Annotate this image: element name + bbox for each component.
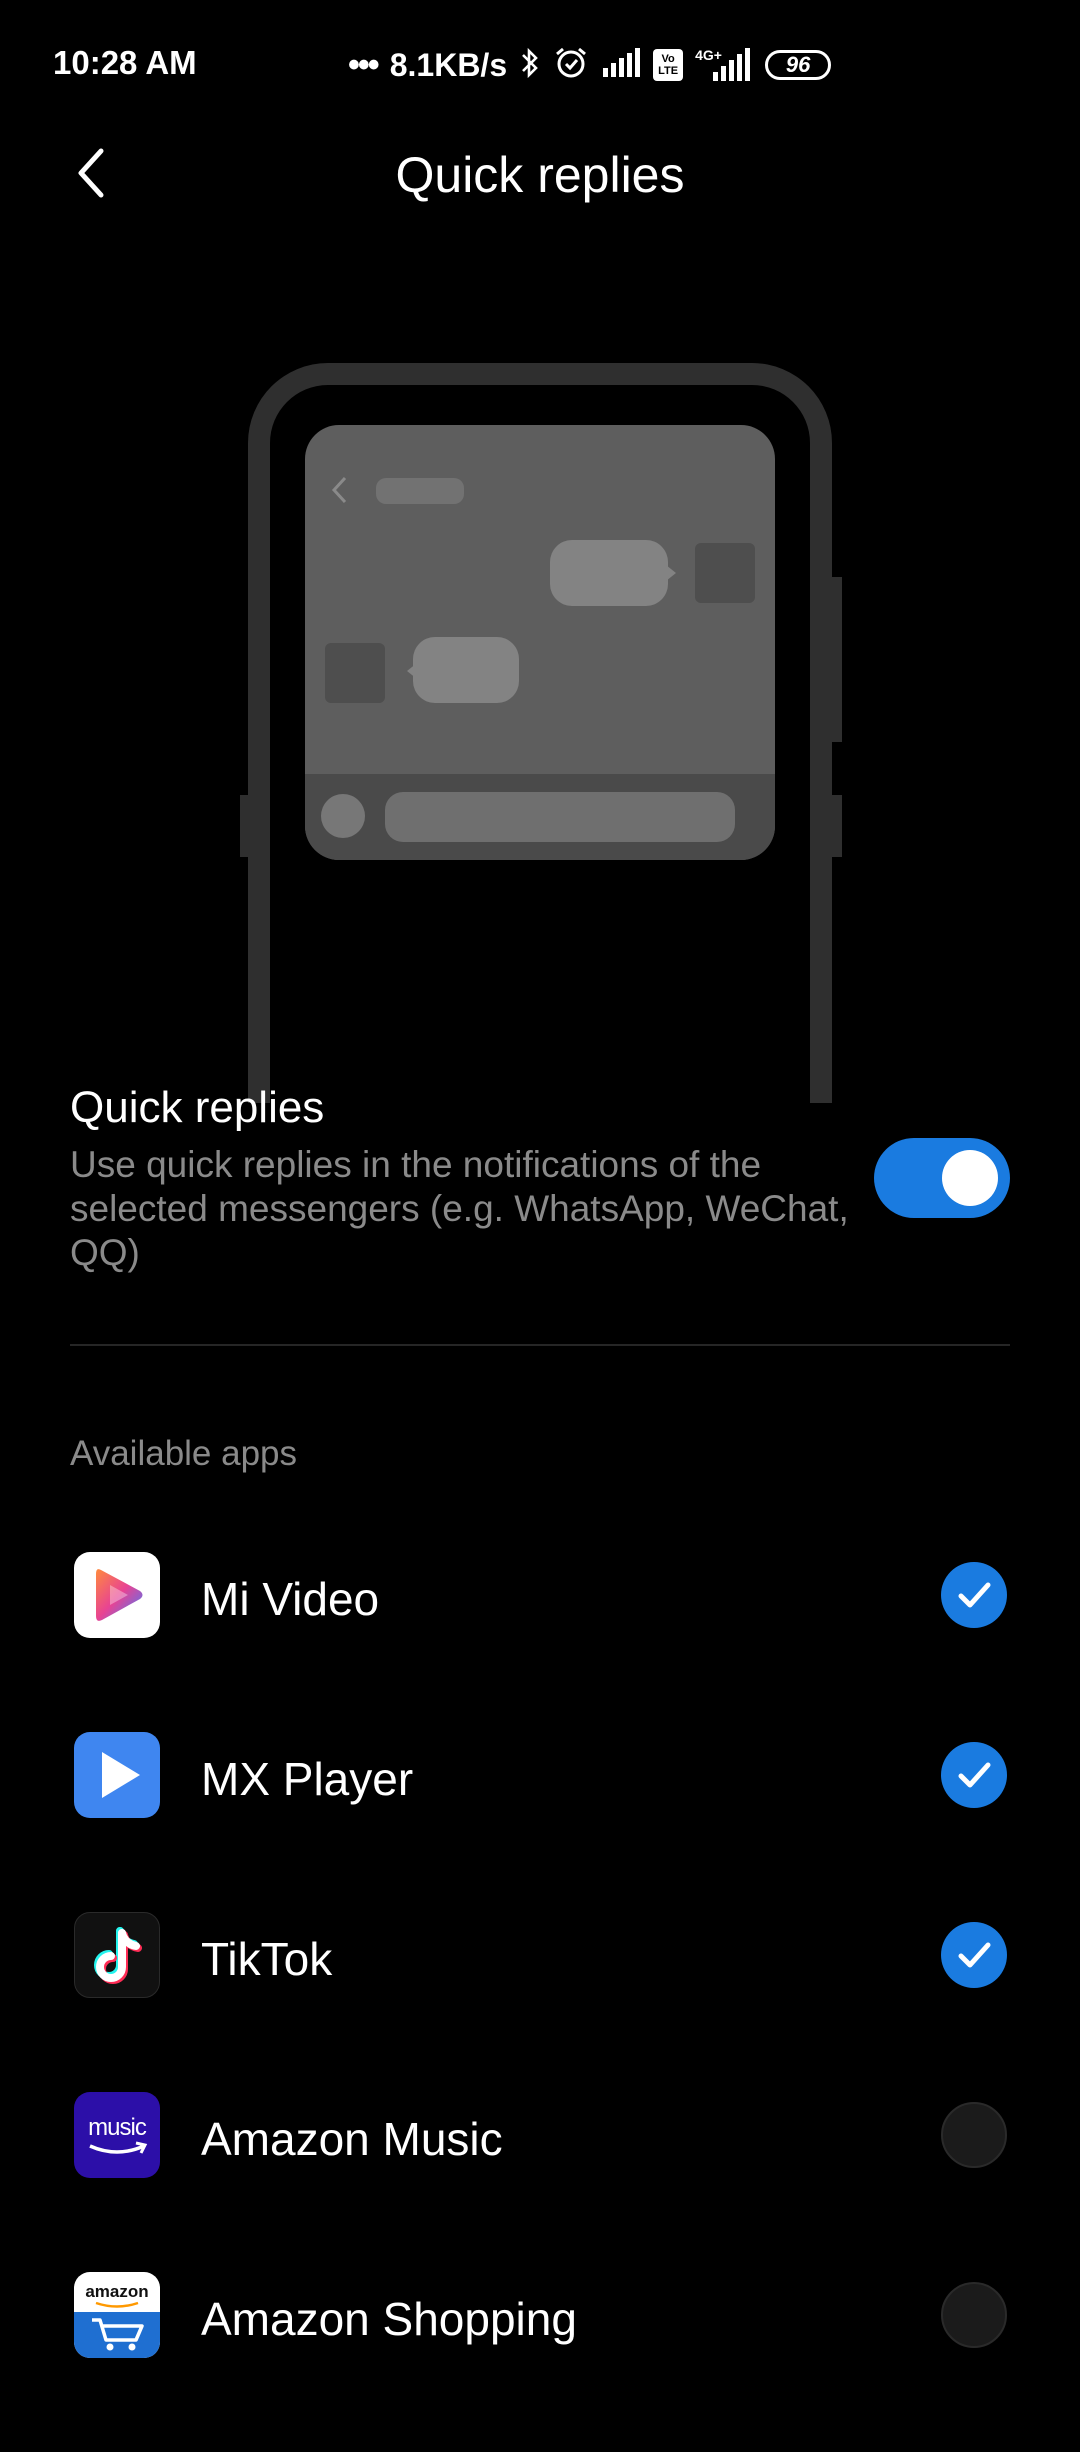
app-checkbox[interactable] xyxy=(941,1742,1007,1808)
mock-outgoing-bubble xyxy=(550,540,668,606)
status-time: 10:28 AM xyxy=(53,44,197,81)
mock-incoming-bubble xyxy=(413,637,519,703)
app-checkbox[interactable] xyxy=(941,1922,1007,1988)
volte-top: Vo xyxy=(661,53,675,65)
app-name: TikTok xyxy=(201,1933,333,1985)
app-name: Mi Video xyxy=(201,1573,380,1625)
section-header: Available apps xyxy=(70,1434,298,1473)
mock-bubble-tail xyxy=(666,565,676,581)
mock-input-field xyxy=(385,792,735,842)
phone-side-button xyxy=(830,577,842,742)
checkmark-icon xyxy=(958,1942,991,1968)
quick-replies-toggle[interactable] xyxy=(874,1138,1010,1218)
status-icons: ••• 8.1KB/s Vo LTE 4G+ 96 xyxy=(348,40,832,90)
app-row-amazon-shopping[interactable]: amazon Amazon Shopping xyxy=(0,2272,1080,2452)
page-title: Quick replies xyxy=(395,147,685,203)
toggle-knob xyxy=(942,1150,998,1206)
mock-avatar xyxy=(325,643,385,703)
mock-avatar xyxy=(695,543,755,603)
divider xyxy=(70,1344,1010,1346)
phone-side-button xyxy=(240,795,252,857)
mock-back-icon xyxy=(331,476,347,504)
mx-player-icon xyxy=(74,1732,160,1818)
app-row-mi-video[interactable]: Mi Video xyxy=(0,1552,1080,1732)
mock-input-area xyxy=(305,774,775,860)
battery-icon: 96 xyxy=(765,50,832,80)
more-dots: ••• xyxy=(348,45,380,84)
bluetooth-icon xyxy=(519,46,541,85)
phone-side-button xyxy=(830,795,842,857)
mi-video-icon xyxy=(74,1552,160,1638)
mock-title-bar xyxy=(376,478,464,504)
volte-bottom: LTE xyxy=(658,65,679,77)
app-name: Amazon Music xyxy=(201,2113,503,2165)
volte-icon: Vo LTE xyxy=(653,49,684,81)
setting-description: Use quick replies in the notifications o… xyxy=(70,1144,849,1273)
mock-input-circle xyxy=(321,794,365,838)
app-name: MX Player xyxy=(201,1753,414,1805)
app-row-tiktok[interactable]: TikTok xyxy=(0,1912,1080,2092)
app-checkbox[interactable] xyxy=(941,2282,1007,2348)
quick-replies-illustration xyxy=(230,355,850,1103)
status-bar: 10:28 AM ••• 8.1KB/s Vo LTE 4G+ 96 xyxy=(0,0,1080,130)
signal-icon xyxy=(601,47,641,83)
app-checkbox[interactable] xyxy=(941,2102,1007,2168)
amazon-music-icon: music xyxy=(74,2092,160,2178)
checkmark-icon xyxy=(958,1762,991,1788)
network-speed: 8.1KB/s xyxy=(389,46,508,83)
amazon-shopping-icon: amazon xyxy=(74,2272,160,2358)
phone-screen xyxy=(305,425,775,860)
app-name: Amazon Shopping xyxy=(201,2293,577,2345)
setting-title: Quick replies xyxy=(70,1083,325,1132)
alarm-icon xyxy=(553,45,589,86)
app-row-amazon-music[interactable]: music Amazon Music xyxy=(0,2092,1080,2272)
tiktok-icon xyxy=(74,1912,160,1998)
app-checkbox[interactable] xyxy=(941,1562,1007,1628)
signal-4g-icon: 4G+ xyxy=(695,48,753,82)
checkmark-icon xyxy=(958,1582,991,1608)
app-row-mx-player[interactable]: MX Player xyxy=(0,1732,1080,1912)
